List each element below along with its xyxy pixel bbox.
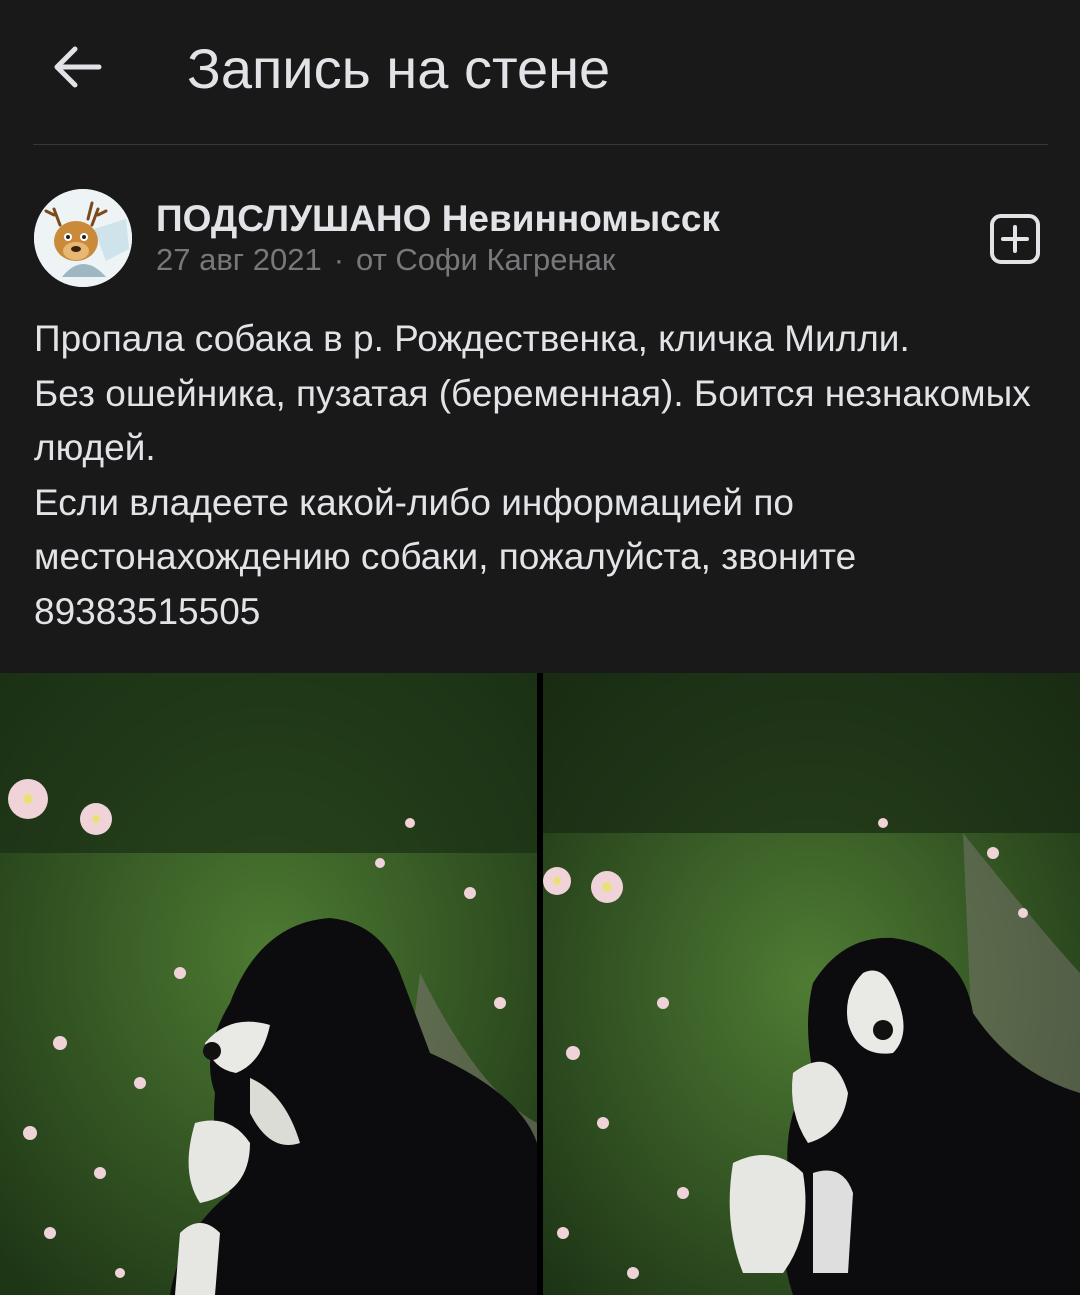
back-button[interactable] (38, 30, 116, 108)
plus-square-icon (989, 213, 1041, 270)
group-avatar[interactable] (34, 189, 132, 287)
meta-separator: · (333, 242, 345, 277)
dog-photo-1[interactable] (0, 673, 537, 1295)
group-name-link[interactable]: ПОДСЛУШАНО Невинномысск (156, 198, 720, 240)
post-author[interactable]: от Софи Кагренак (356, 242, 615, 277)
post-text-line: Пропала собака в р. Рождественка, кличка… (34, 318, 910, 359)
dog-photo-2[interactable] (543, 673, 1080, 1295)
arrow-left-icon (49, 39, 105, 100)
post-photos (0, 673, 1080, 1295)
page-title: Запись на стене (187, 37, 611, 100)
top-bar: Запись на стене (0, 0, 1080, 144)
subscribe-button[interactable] (988, 213, 1042, 270)
post-date: 27 авг 2021 (156, 242, 322, 277)
post-meta: 27 авг 2021 · от Софи Кагренак (156, 242, 615, 278)
post-text-line: Без ошейника, пузатая (беременная). Боит… (34, 372, 1031, 469)
post-text-line[interactable]: Если владеете какой-либо информацией по … (34, 476, 1054, 640)
post-text: Пропала собака в р. Рождественка, кличка… (34, 312, 1054, 639)
post-header: ПОДСЛУШАНО Невинномысск 27 авг 2021 · от С… (0, 145, 1080, 295)
